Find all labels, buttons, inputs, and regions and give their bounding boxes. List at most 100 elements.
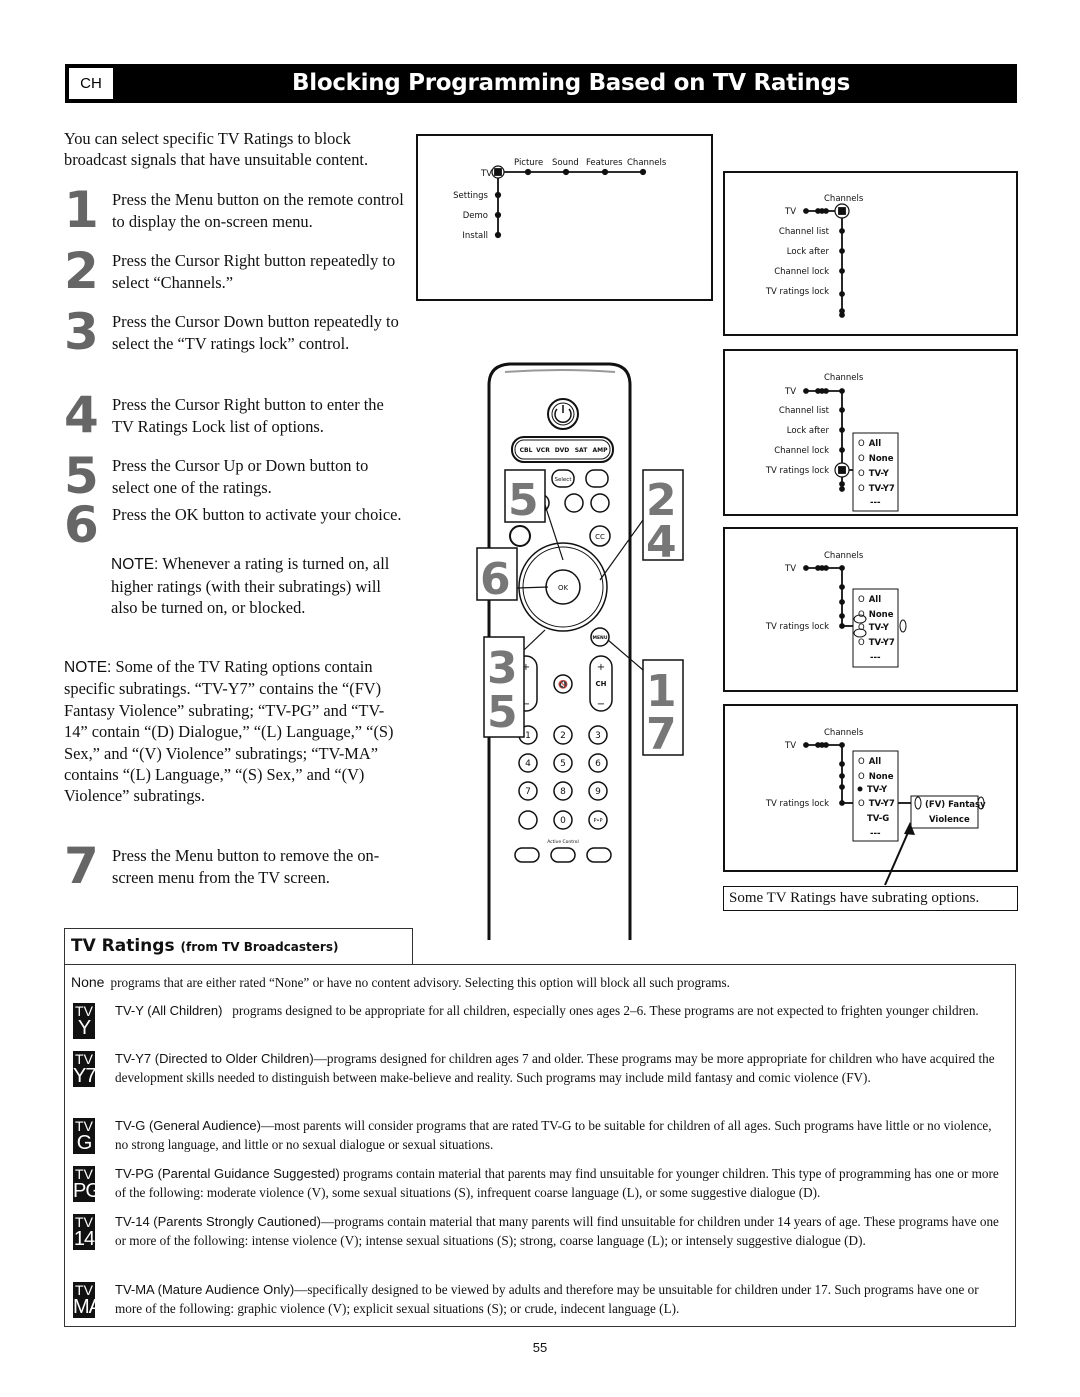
callout-5-top: 5 — [508, 475, 539, 526]
callout-6: 6 — [480, 554, 511, 605]
svg-text:OTV-Y: O TV-Y — [858, 623, 890, 633]
source-cbl: CBL — [520, 447, 533, 454]
tv-g-badge-icon: TV G — [73, 1118, 95, 1154]
source-dvd: DVD — [555, 447, 570, 454]
tv-ma-badge-icon: TVMA — [73, 1282, 95, 1318]
source-amp: AMP — [592, 447, 608, 454]
menu-install: Install — [462, 231, 488, 241]
ch-plus: + — [597, 662, 605, 673]
screen-ratings-list: Channels TV Channel list Lock after Chan… — [723, 349, 1018, 516]
svg-text:---: --- — [870, 498, 881, 508]
svg-text:TV: TV — [784, 741, 796, 751]
caption-arrow — [884, 822, 915, 886]
digit-9: 9 — [595, 787, 601, 797]
svg-text:Lock after: Lock after — [787, 247, 830, 257]
select-label: Select — [555, 477, 573, 483]
callout-7: 7 — [646, 709, 677, 760]
ratings-list: None programs that are either rated “None… — [64, 964, 1016, 1327]
svg-text:TV ratings lock: TV ratings lock — [765, 287, 829, 297]
svg-text:TV ratings lock: TV ratings lock — [765, 799, 829, 809]
svg-text:OTV-Y7: O TV-Y7 — [858, 484, 895, 494]
rating-none: None programs that are either rated “None… — [71, 974, 730, 990]
selected-bullet — [857, 786, 863, 792]
svg-text:Channel list: Channel list — [779, 406, 830, 416]
screen-main-menu: TV Picture Sound Features Channels Setti… — [416, 134, 713, 301]
menu-settings: Settings — [453, 191, 488, 201]
rating-tv-pg: TV PG TV-PG (Parental Guidance Suggested)… — [73, 1166, 999, 1202]
screen-ratings-select: Channels TV TV ratings lock O All O None O… — [723, 527, 1018, 692]
ratings-section-title: TV Ratings (from TV Broadcasters) — [64, 928, 413, 965]
ok-label: OK — [558, 584, 569, 592]
screen-channels-menu: Channels TV Channel list Lock after Chan… — [723, 171, 1018, 336]
menu-header: Channels — [824, 194, 864, 204]
digit-3: 3 — [595, 731, 601, 741]
svg-text:ONone: O None — [858, 454, 894, 464]
svg-text:OTV-Y: O TV-Y — [858, 469, 890, 479]
menu-root: TV — [784, 207, 796, 217]
mute-icon: 🔇 — [558, 679, 568, 689]
digit-1: 1 — [525, 731, 531, 741]
subrating-fv: (FV) Fantasy — [925, 800, 986, 810]
remote-top-highlight — [504, 369, 616, 373]
rating-tv-g: TV G TV-G (General Audience)—most parents… — [71, 1116, 1006, 1154]
callout-4: 4 — [646, 517, 677, 568]
play-button — [564, 493, 584, 513]
svg-text:TV: TV — [784, 387, 796, 397]
svg-text:OTV-Y7: O TV-Y7 — [858, 638, 895, 648]
tv-pg-badge-icon: TV PG — [73, 1166, 95, 1202]
digit-6: 6 — [595, 759, 601, 769]
svg-text:Channels: Channels — [824, 551, 864, 561]
digit-2: 2 — [560, 731, 566, 741]
svg-text:TV: TV — [784, 564, 796, 574]
svg-text:ONone: O None — [858, 610, 894, 620]
menu-root: TV — [480, 169, 492, 179]
svg-text:OAll: O All — [858, 757, 881, 767]
svg-text:Channel lock: Channel lock — [774, 446, 829, 456]
digit-7: 7 — [525, 787, 531, 797]
rating-tv-14: TV 14 TV-14 (Parents Strongly Cautioned)—… — [73, 1214, 999, 1250]
svg-text:OAll: O All — [858, 595, 881, 605]
svg-text:Channels: Channels — [824, 728, 864, 738]
menu-label: MENU — [593, 635, 608, 641]
page-number: 55 — [532, 1340, 548, 1355]
digit-5: 5 — [560, 759, 566, 769]
ffwd-button — [590, 493, 610, 513]
svg-text:Channel list: Channel list — [779, 227, 830, 237]
active-control-label: Active Control — [547, 839, 579, 845]
source-vcr: VCR — [536, 447, 550, 454]
menu-channels: Channels — [627, 158, 667, 168]
svg-text:---: --- — [870, 653, 881, 663]
ratings-title: TV Ratings — [71, 936, 175, 956]
source-sat: SAT — [575, 447, 588, 454]
svg-text:TV ratings lock: TV ratings lock — [765, 466, 829, 476]
digit-8: 8 — [560, 787, 566, 797]
rating-tv-y7: TV Y7 TV-Y7 (Directed to Older Children)—… — [73, 1051, 995, 1087]
callout-5-bottom: 5 — [487, 687, 518, 738]
menu-sound: Sound — [552, 158, 579, 168]
ch-label: CH — [596, 680, 607, 688]
format-button — [585, 469, 609, 488]
ratings-subtitle: (from TV Broadcasters) — [180, 940, 339, 954]
menu-picture: Picture — [514, 158, 543, 168]
svg-text:OTV-Y7: O TV-Y7 — [858, 799, 895, 809]
tv-y7-badge-icon: TV Y7 — [73, 1051, 95, 1087]
svg-text:TV ratings lock: TV ratings lock — [765, 622, 829, 632]
rating-tv-y: TV Y TV-Y (All Children) programs designe… — [71, 1001, 1006, 1039]
menu-demo: Demo — [463, 211, 488, 221]
pip-label: P•P — [594, 818, 603, 824]
rating-tv-ma: TVMA TV-MA (Mature Audience Only)—specif… — [73, 1282, 979, 1318]
ch-minus: − — [597, 699, 605, 710]
menu-features: Features — [586, 158, 623, 168]
svg-text:Lock after: Lock after — [787, 426, 830, 436]
digit-4: 4 — [525, 759, 531, 769]
svg-text:Channels: Channels — [824, 373, 864, 383]
svg-text:OAll: O All — [858, 439, 881, 449]
svg-text:ONone: O None — [858, 772, 894, 782]
screen-subratings: Channels TV TV ratings lock O All O None T… — [723, 704, 1018, 872]
tv-y-badge-icon: TV Y — [73, 1003, 95, 1039]
figure-caption: Some TV Ratings have subrating options. — [723, 886, 1018, 911]
tv-14-badge-icon: TV 14 — [73, 1214, 95, 1250]
digit-0: 0 — [560, 816, 566, 826]
svg-text:Channel lock: Channel lock — [774, 267, 829, 277]
cc-label: CC — [595, 533, 605, 541]
